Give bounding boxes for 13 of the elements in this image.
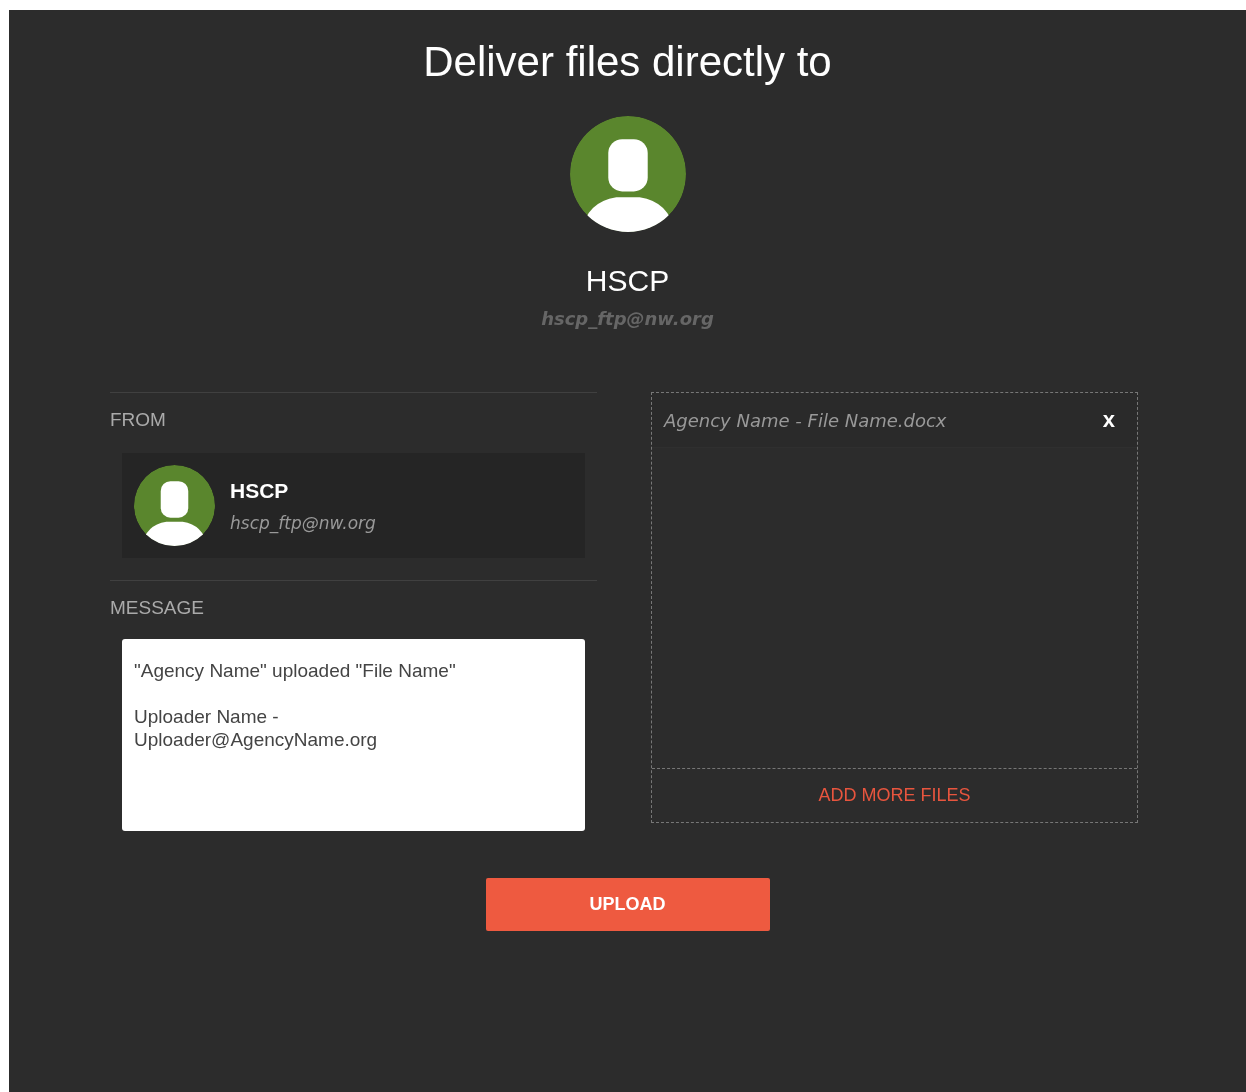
page-title: Deliver files directly to	[423, 38, 832, 86]
add-more-files-button[interactable]: ADD MORE FILES	[652, 768, 1137, 822]
recipient-email: hscp_ftp@nw.org	[541, 308, 714, 329]
avatar-icon	[569, 116, 686, 232]
file-name: Agency Name - File Name.docx	[664, 409, 947, 431]
recipient-name: HSCP	[585, 264, 670, 298]
avatar-icon	[134, 465, 215, 546]
message-field[interactable]: "Agency Name" uploaded "File Name" Uploader Name - Uploader@AgencyName.org	[122, 639, 585, 831]
section-label: FROM	[110, 409, 167, 431]
remove-file-button[interactable]: x	[1102, 407, 1115, 433]
section-label: MESSAGE	[110, 597, 205, 619]
sender-name: HSCP	[230, 478, 290, 503]
sender-email: hscp_ftp@nw.org	[230, 512, 376, 533]
